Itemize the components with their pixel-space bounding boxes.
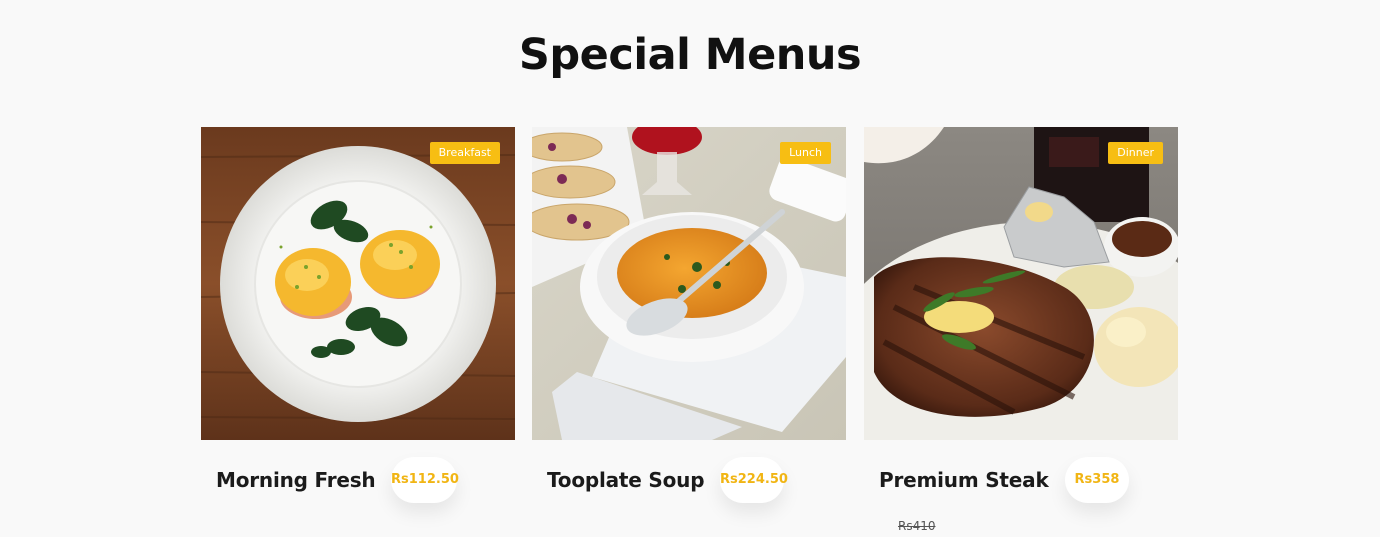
- menu-name: Premium Steak: [879, 468, 1049, 492]
- menu-card-morning-fresh[interactable]: Breakfast Morning Fresh Rs112.50: [201, 127, 515, 537]
- price-badge: Rs224.50: [720, 457, 788, 503]
- steak-image: [864, 127, 1178, 440]
- price-badge: Rs358: [1065, 457, 1129, 503]
- menu-info-tooplate-soup: Tooplate Soup Rs224.50: [532, 440, 846, 537]
- section-title: Special Menus: [518, 30, 862, 80]
- menu-info-premium-steak: Premium Steak Rs358 Rs410: [864, 440, 1178, 537]
- menu-card-tooplate-soup[interactable]: Lunch Tooplate Soup Rs224.50: [532, 127, 846, 537]
- category-badge-breakfast: Breakfast: [429, 142, 500, 164]
- menu-image-morning-fresh[interactable]: Breakfast: [201, 127, 515, 440]
- menu-name: Morning Fresh: [216, 468, 376, 492]
- special-menus-section: Special Menus Breakfast Morning Fresh Rs…: [0, 0, 1380, 537]
- category-badge-dinner: Dinner: [1108, 142, 1163, 164]
- old-price: Rs410: [898, 519, 936, 533]
- menu-name: Tooplate Soup: [547, 468, 705, 492]
- menu-image-tooplate-soup[interactable]: Lunch: [532, 127, 846, 440]
- price-badge: Rs112.50: [391, 457, 459, 503]
- soup-image: [532, 127, 846, 440]
- category-badge-lunch: Lunch: [780, 142, 831, 164]
- menu-info-morning-fresh: Morning Fresh Rs112.50: [201, 440, 515, 537]
- eggs-benedict-image: [201, 127, 515, 440]
- menu-card-premium-steak[interactable]: Dinner Premium Steak Rs358 Rs410: [864, 127, 1178, 537]
- menu-image-premium-steak[interactable]: Dinner: [864, 127, 1178, 440]
